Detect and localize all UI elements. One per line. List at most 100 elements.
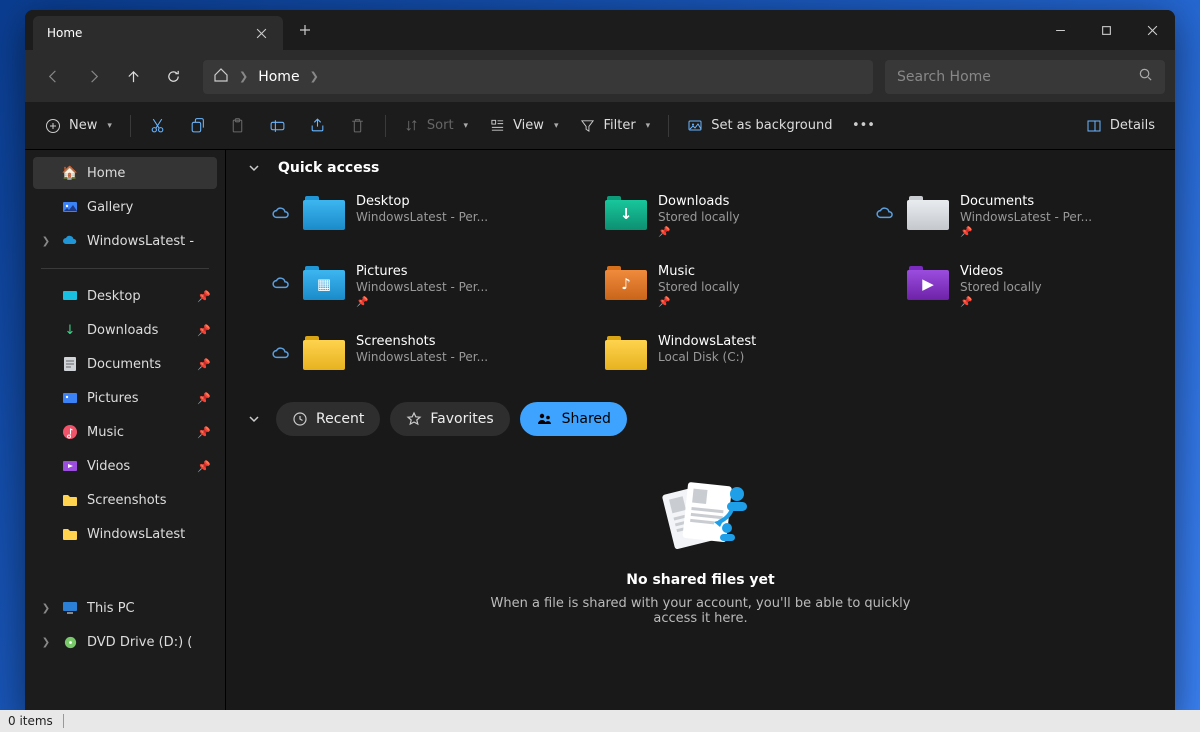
copy-button[interactable] (179, 109, 217, 143)
sidebar-item-onedrive[interactable]: ❯WindowsLatest - (33, 225, 217, 257)
back-button[interactable] (35, 59, 71, 95)
quick-access-grid: DesktopWindowsLatest - Per...↓DownloadsS… (272, 194, 1159, 392)
share-button[interactable] (299, 109, 337, 143)
new-tab-button[interactable] (289, 14, 321, 46)
sidebar-item-music[interactable]: Music📌 (33, 416, 217, 448)
sidebar-item-desktop[interactable]: Desktop📌 (33, 280, 217, 312)
rename-button[interactable] (259, 109, 297, 143)
folder-icon (302, 194, 346, 232)
status-bar: 0 items (25, 710, 1175, 722)
chevron-right-icon[interactable]: ❯ (39, 637, 53, 648)
quick-access-item[interactable]: DocumentsWindowsLatest - Per...📌 (876, 194, 1166, 252)
section-title-quickaccess: Quick access (278, 160, 379, 176)
quick-access-item[interactable]: WindowsLatestLocal Disk (C:) (574, 334, 864, 392)
window-controls (1037, 10, 1175, 50)
pill-favorites[interactable]: Favorites (390, 402, 509, 436)
item-name: WindowsLatest (658, 334, 756, 349)
set-background-button[interactable]: Set as background (677, 109, 842, 143)
refresh-button[interactable] (155, 59, 191, 95)
pill-shared[interactable]: Shared (520, 402, 627, 436)
minimize-button[interactable] (1037, 10, 1083, 50)
maximize-button[interactable] (1083, 10, 1129, 50)
details-button[interactable]: Details (1076, 109, 1165, 143)
chevron-right-icon: ❯ (239, 70, 248, 83)
status-item-count: 0 items (25, 714, 53, 722)
pin-icon: 📌 (960, 227, 1092, 238)
more-button[interactable]: ••• (844, 109, 882, 143)
new-button[interactable]: New▾ (35, 109, 122, 143)
view-button[interactable]: View▾ (480, 109, 568, 143)
sidebar-item-gallery[interactable]: Gallery (33, 191, 217, 223)
home-icon: 🏠 (61, 164, 79, 182)
sidebar-item-pictures[interactable]: Pictures📌 (33, 382, 217, 414)
breadcrumb-location[interactable]: Home (258, 69, 299, 85)
item-location: Stored locally (658, 280, 740, 294)
gallery-icon (61, 198, 79, 216)
chevron-down-icon: ▾ (464, 121, 469, 131)
documents-icon (61, 355, 79, 373)
item-name: Pictures (356, 264, 488, 279)
sidebar-item-windowslatest[interactable]: WindowsLatest (33, 518, 217, 550)
item-location: WindowsLatest - Per... (356, 280, 488, 294)
pill-recent[interactable]: Recent (276, 402, 380, 436)
cloud-status-icon (574, 264, 594, 304)
empty-title: No shared files yet (626, 572, 774, 588)
folder-icon (61, 491, 79, 509)
pin-icon: 📌 (658, 227, 740, 238)
item-location: Stored locally (960, 280, 1042, 294)
forward-button[interactable] (75, 59, 111, 95)
paste-button[interactable] (219, 109, 257, 143)
collapse-tabs-button[interactable] (242, 407, 266, 431)
pin-icon: 📌 (197, 290, 211, 303)
search-placeholder: Search Home (897, 69, 991, 85)
cut-button[interactable] (139, 109, 177, 143)
item-location: Local Disk (C:) (658, 350, 756, 364)
cloud-status-icon (876, 194, 896, 234)
pin-icon: 📌 (197, 392, 211, 405)
sidebar-item-screenshots[interactable]: Screenshots (33, 484, 217, 516)
quick-access-item[interactable]: ↓DownloadsStored locally📌 (574, 194, 864, 252)
pin-icon: 📌 (197, 358, 211, 371)
chevron-down-icon: ▾ (554, 121, 559, 131)
pin-icon: 📌 (197, 460, 211, 473)
pin-icon: 📌 (960, 297, 1042, 308)
item-name: Screenshots (356, 334, 488, 349)
sidebar-item-home[interactable]: 🏠Home (33, 157, 217, 189)
folder-icon (302, 334, 346, 372)
tab-title: Home (47, 26, 247, 40)
search-icon (1138, 67, 1153, 86)
file-explorer-window: Home ❯ Home ❯ Search Home (25, 10, 1175, 722)
collapse-quickaccess-button[interactable] (242, 156, 266, 180)
sidebar-item-dvd[interactable]: ❯DVD Drive (D:) ( (33, 626, 217, 658)
sidebar-item-thispc[interactable]: ❯This PC (33, 592, 217, 624)
music-icon (61, 423, 79, 441)
chevron-right-icon[interactable]: ❯ (39, 236, 53, 247)
tab-home[interactable]: Home (33, 16, 283, 50)
quick-access-item[interactable]: DesktopWindowsLatest - Per... (272, 194, 562, 252)
quick-access-item[interactable]: ▶VideosStored locally📌 (876, 264, 1166, 322)
sidebar-item-documents[interactable]: Documents📌 (33, 348, 217, 380)
videos-icon (61, 457, 79, 475)
item-location: Stored locally (658, 210, 740, 224)
breadcrumb-bar[interactable]: ❯ Home ❯ (203, 60, 873, 94)
sort-button[interactable]: Sort▾ (394, 109, 478, 143)
quick-access-item[interactable]: ♪MusicStored locally📌 (574, 264, 864, 322)
sidebar-item-videos[interactable]: Videos📌 (33, 450, 217, 482)
chevron-right-icon[interactable]: ❯ (39, 603, 53, 614)
quick-access-item[interactable]: ▦PicturesWindowsLatest - Per...📌 (272, 264, 562, 322)
close-button[interactable] (1129, 10, 1175, 50)
filter-button[interactable]: Filter▾ (570, 109, 660, 143)
folder-icon: ▶ (906, 264, 950, 302)
chevron-down-icon: ▾ (107, 121, 112, 131)
search-input[interactable]: Search Home (885, 60, 1165, 94)
home-icon (213, 67, 229, 87)
chevron-right-icon[interactable]: ❯ (310, 70, 319, 83)
delete-button[interactable] (339, 109, 377, 143)
item-location: WindowsLatest - Per... (356, 210, 488, 224)
tab-close-button[interactable] (247, 19, 275, 47)
sidebar-item-downloads[interactable]: ↓Downloads📌 (33, 314, 217, 346)
quick-access-item[interactable]: ScreenshotsWindowsLatest - Per... (272, 334, 562, 392)
pin-icon: 📌 (197, 324, 211, 337)
up-button[interactable] (115, 59, 151, 95)
chevron-down-icon: ▾ (646, 121, 651, 131)
